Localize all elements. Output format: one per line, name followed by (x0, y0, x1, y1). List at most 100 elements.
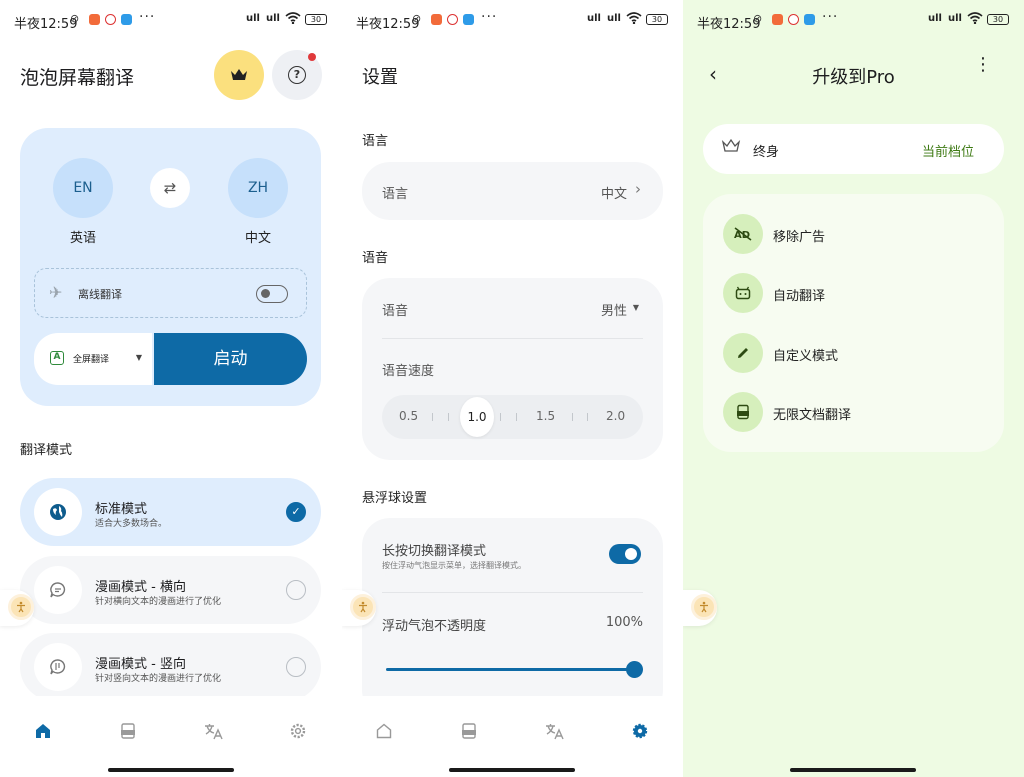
signal-icon: ull (587, 13, 601, 24)
caret-down-icon: ▼ (632, 303, 639, 312)
voice-card: 语音 男性 ▼ 语音速度 0.5 1.5 2.0 1.0 (362, 278, 663, 460)
app-notification-icon (772, 14, 783, 25)
signal-icon: ull (246, 13, 260, 24)
globe-icon (34, 488, 82, 536)
help-button[interactable]: ? (272, 50, 322, 100)
settings-icon[interactable] (630, 721, 650, 741)
status-time: 半夜12:59 (356, 17, 420, 32)
upgrade-screen: 半夜12:59 ⊘ ··· ull ull 30 ‹ 升级到Pro ⋮ 终身 当… (683, 0, 1024, 777)
offline-translate-row[interactable]: ✈ 离线翻译 (34, 268, 307, 318)
pencil-icon (723, 333, 763, 373)
offline-translate-toggle[interactable] (256, 285, 288, 303)
more-notifications-icon: ··· (481, 9, 498, 25)
home-screen: 半夜12:59 ⊘ ··· ull ull 30 泡泡屏幕翻译 ? EN 英语 … (0, 0, 342, 777)
battery-icon: 30 (646, 14, 668, 25)
feature-label: 自动翻译 (773, 289, 826, 304)
speed-slider-thumb[interactable]: 1.0 (460, 397, 494, 437)
tick-mark (432, 413, 433, 421)
app-notification-icon (121, 14, 132, 25)
speed-slider[interactable]: 0.5 1.5 2.0 1.0 (382, 395, 643, 439)
opacity-slider[interactable] (386, 668, 634, 671)
opacity-slider-thumb[interactable] (626, 661, 643, 678)
speed-tick-label: 2.0 (606, 409, 626, 423)
signal-icon: ull (928, 13, 942, 24)
chat-bubble-icon (34, 566, 82, 614)
home-indicator (790, 768, 916, 772)
mode-title: 漫画模式 - 竖向 (95, 657, 186, 672)
home-indicator (108, 768, 234, 772)
target-language-button[interactable]: ZH (228, 158, 288, 218)
home-indicator (449, 768, 575, 772)
mute-icon: ⊘ (70, 12, 80, 25)
signal-icon: ull (948, 13, 962, 24)
home-icon[interactable] (33, 721, 53, 741)
language-label: 语言 (382, 187, 409, 202)
document-icon[interactable] (459, 721, 479, 741)
app-notification-icon (431, 14, 442, 25)
mode-desc: 针对横向文本的漫画进行了优化 (95, 597, 222, 607)
translate-mode-dropdown[interactable]: A 全屏翻译 ▼ (34, 333, 152, 385)
mute-icon: ⊘ (753, 12, 763, 25)
airplane-icon: ✈ (49, 283, 63, 302)
opacity-label: 浮动气泡不透明度 (382, 619, 487, 634)
start-button[interactable]: 启动 (154, 333, 307, 385)
source-language-label: 英语 (69, 231, 96, 246)
mode-desc: 适合大多数场合。 (95, 519, 168, 529)
swap-languages-button[interactable]: ⇄ (150, 168, 190, 208)
accessibility-icon (17, 601, 25, 613)
mode-item-standard[interactable]: 标准模式 适合大多数场合。 ✓ (20, 478, 321, 546)
settings-screen: 半夜12:59 ⊘ ··· ull ull 30 设置 语言 语言 中文 › 语… (342, 0, 683, 777)
floating-ball-card: 长按切换翻译模式 按住浮动气泡显示菜单，选择翻译模式。 浮动气泡不透明度 100… (362, 518, 663, 718)
page-title: 升级到Pro (812, 67, 895, 88)
wifi-icon (626, 12, 642, 24)
features-card: AD 移除广告 自动翻译 自定义模式 无限文档翻译 (703, 194, 1004, 452)
longpress-label: 长按切换翻译模式 (382, 544, 487, 559)
mode-item-comic-vertical[interactable]: 漫画模式 - 竖向 针对竖向文本的漫画进行了优化 (20, 633, 321, 701)
home-icon[interactable] (374, 721, 394, 741)
more-vert-icon[interactable]: ⋮ (974, 56, 992, 74)
longpress-toggle[interactable] (609, 544, 641, 564)
source-language-button[interactable]: EN (53, 158, 113, 218)
battery-icon: 30 (305, 14, 327, 25)
feature-label: 移除广告 (773, 230, 826, 245)
wifi-icon (967, 12, 983, 24)
pdf-icon (723, 392, 763, 432)
tick-mark (572, 413, 573, 421)
voice-dropdown[interactable]: 男性 (601, 300, 627, 319)
translate-icon[interactable] (544, 721, 564, 741)
language-value: 中文 (600, 187, 627, 202)
offline-translate-label: 离线翻译 (78, 288, 122, 301)
plan-card[interactable]: 终身 当前档位 (703, 124, 1004, 174)
translate-mode-label: 全屏翻译 (73, 355, 110, 365)
tick-mark (516, 413, 517, 421)
help-icon: ? (288, 66, 306, 84)
document-icon[interactable] (118, 721, 138, 741)
mode-title: 标准模式 (95, 502, 148, 517)
tick-mark (448, 413, 449, 421)
mode-item-comic-horizontal[interactable]: 漫画模式 - 横向 针对横向文本的漫画进行了优化 (20, 556, 321, 624)
speed-tick-label: 0.5 (399, 409, 419, 423)
floating-bubble[interactable] (691, 594, 717, 620)
floating-bubble[interactable] (350, 594, 376, 620)
radio-button[interactable] (286, 580, 306, 600)
floating-bubble[interactable] (8, 594, 34, 620)
language-row[interactable]: 语言 中文 › (362, 162, 663, 220)
status-bar: 半夜12:59 ⊘ ··· ull ull 30 (683, 0, 1024, 42)
tick-mark (500, 413, 501, 421)
settings-icon[interactable] (288, 721, 308, 741)
check-icon[interactable]: ✓ (286, 502, 306, 522)
notification-dot (308, 53, 316, 61)
app-notification-icon (463, 14, 474, 25)
translate-icon[interactable] (203, 721, 223, 741)
mode-desc: 针对竖向文本的漫画进行了优化 (95, 674, 222, 684)
radio-button[interactable] (286, 657, 306, 677)
chevron-right-icon: › (635, 180, 641, 198)
pro-button[interactable] (214, 50, 264, 100)
app-notification-icon (89, 14, 100, 25)
feature-label: 无限文档翻译 (773, 408, 852, 423)
bottom-nav (342, 696, 683, 777)
qq-icon (447, 14, 458, 25)
divider (382, 592, 643, 593)
svg-text:AD: AD (734, 230, 750, 241)
robot-icon (723, 273, 763, 313)
